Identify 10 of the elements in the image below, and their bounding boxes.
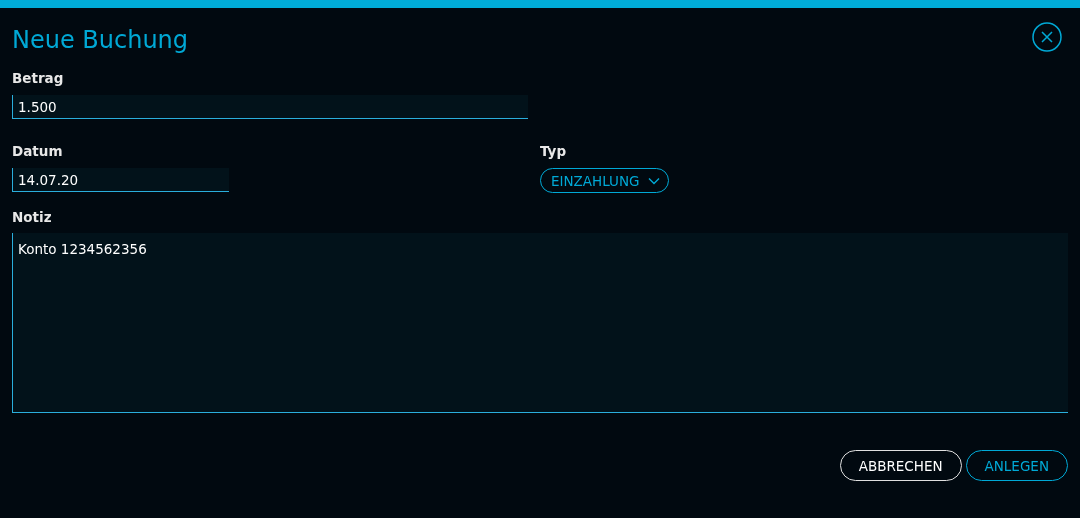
dialog-title: Neue Buchung (12, 26, 189, 54)
chevron-icon (647, 176, 660, 185)
amount-field[interactable]: 1.500 (12, 95, 528, 119)
field-label: Datum (12, 143, 63, 159)
close-icon[interactable] (1032, 22, 1062, 52)
field-label: Notiz (12, 209, 53, 225)
field-label: Betrag (12, 70, 65, 86)
field-label: Typ (540, 143, 567, 159)
note-field[interactable]: Konto 1234562356 (12, 233, 1068, 413)
date-field[interactable]: 14.07.20 (12, 168, 229, 192)
